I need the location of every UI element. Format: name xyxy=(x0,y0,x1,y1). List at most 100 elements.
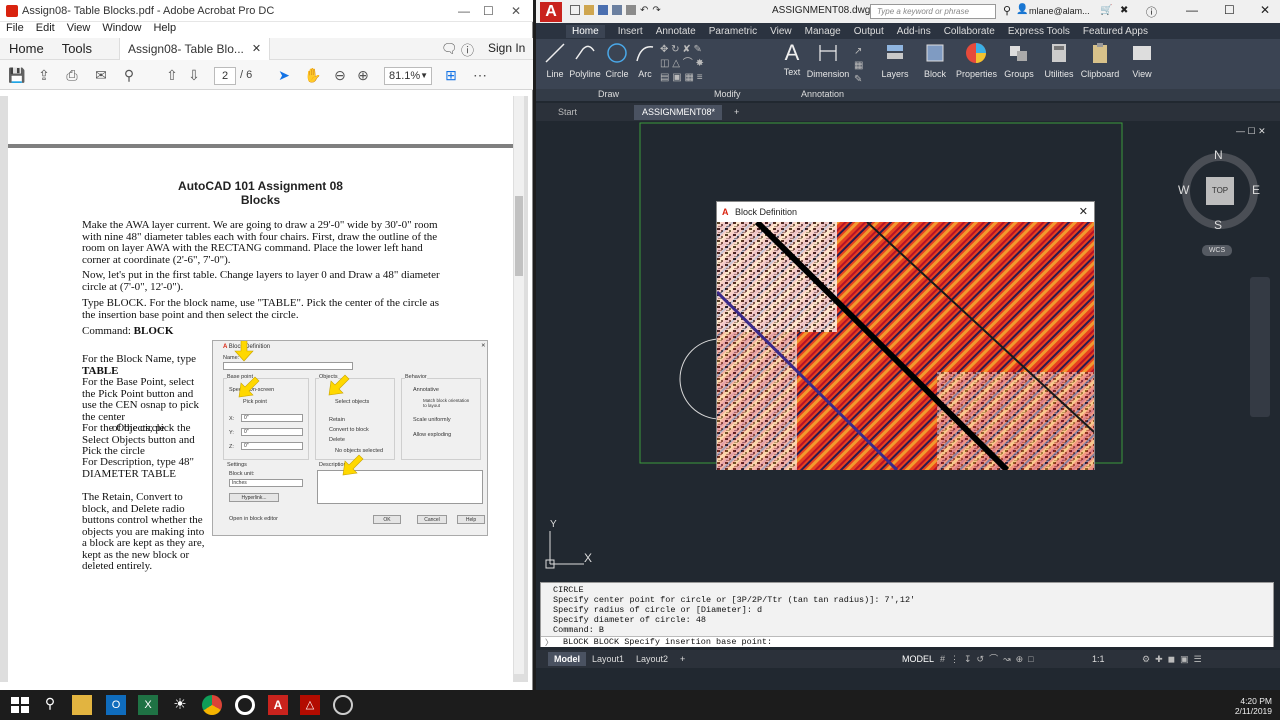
menu-help[interactable]: Help xyxy=(153,22,176,38)
help-icon[interactable]: ⓘ xyxy=(1146,4,1157,20)
tab-insert[interactable]: Insert xyxy=(618,26,643,37)
navigation-bar[interactable] xyxy=(1250,277,1270,417)
zoom-out-icon[interactable]: ⊖ xyxy=(332,67,348,83)
markup-icon[interactable]: ✎ xyxy=(854,74,862,85)
hand-tool-icon[interactable]: ✋ xyxy=(304,67,321,83)
rotate-icon[interactable]: ↻ xyxy=(671,44,679,55)
acrobat-taskbar-icon[interactable]: △ xyxy=(300,695,320,715)
text-tool[interactable]: A Text xyxy=(780,41,804,78)
search-icon[interactable]: ⚲ xyxy=(40,695,60,715)
circle-tool[interactable]: Circle xyxy=(602,41,632,79)
drafting-toggles[interactable]: #⋮↧↺⌒↝⊕□ xyxy=(934,652,1045,666)
fit-page-icon[interactable]: ⊞ xyxy=(443,67,459,83)
tab-express-tools[interactable]: Express Tools xyxy=(1008,26,1070,37)
autocad-logo-icon[interactable]: A xyxy=(540,2,562,22)
groups-tool[interactable]: Groups xyxy=(1002,41,1036,79)
annotation-scale[interactable]: 1:1 xyxy=(1086,652,1111,666)
save-icon[interactable] xyxy=(598,5,608,15)
search-icon[interactable]: ⚲ xyxy=(1003,4,1011,17)
viewcube-e[interactable]: E xyxy=(1252,183,1260,197)
wcs-menu[interactable]: WCS xyxy=(1202,245,1232,256)
tab-view[interactable]: View xyxy=(770,26,792,37)
add-layout-icon[interactable]: + xyxy=(674,652,691,666)
tab-featured-apps[interactable]: Featured Apps xyxy=(1083,26,1148,37)
command-input[interactable]: 〉 BLOCK BLOCK Specify insertion base poi… xyxy=(541,636,1273,648)
close-icon[interactable]: ✕ xyxy=(511,4,521,18)
viewcube-s[interactable]: S xyxy=(1214,218,1222,232)
scale-icon[interactable]: ▣ xyxy=(672,72,681,83)
fillet-icon[interactable]: ⌒ xyxy=(683,58,693,69)
panel-draw[interactable]: Draw xyxy=(598,89,619,99)
exchange-icon[interactable]: ✖ xyxy=(1120,5,1128,16)
plot-icon[interactable] xyxy=(626,5,636,15)
chrome-icon[interactable] xyxy=(202,695,222,715)
tab-document[interactable]: Assign08- Table Blo... ✕ xyxy=(119,37,271,60)
block-tool[interactable]: Block xyxy=(922,41,948,79)
open-icon[interactable] xyxy=(584,5,594,15)
tab-parametric[interactable]: Parametric xyxy=(709,26,757,37)
minimize-icon[interactable]: — xyxy=(458,4,470,18)
viewcube-n[interactable]: N xyxy=(1214,148,1223,162)
maximize-icon[interactable]: ☐ xyxy=(1224,3,1235,17)
redo-icon[interactable]: ↷ xyxy=(652,5,660,19)
settings-gear-icon[interactable]: ☀ xyxy=(170,695,190,715)
layers-tool[interactable]: Layers xyxy=(880,41,910,79)
new-icon[interactable] xyxy=(570,5,580,15)
page-number-input[interactable]: 2 xyxy=(214,67,236,85)
excel-icon[interactable]: X xyxy=(138,695,158,715)
menu-window[interactable]: Window xyxy=(102,22,141,38)
panel-annotation[interactable]: Annotation xyxy=(801,89,844,99)
comment-icon[interactable]: 🗨 xyxy=(441,41,458,57)
menu-view[interactable]: View xyxy=(67,22,91,38)
zoom-in-icon[interactable]: ⊕ xyxy=(355,67,371,83)
move-icon[interactable]: ✥ xyxy=(660,44,668,55)
print-icon[interactable]: ⎙ xyxy=(64,67,80,83)
tab-addins[interactable]: Add-ins xyxy=(897,26,931,37)
trim-icon[interactable]: ✘ xyxy=(682,44,690,55)
stretch-icon[interactable]: ▤ xyxy=(660,72,669,83)
search-input[interactable]: Type a keyword or phrase xyxy=(870,4,996,19)
viewport-controls[interactable]: — ☐ ✕ xyxy=(1236,126,1266,137)
autocad-taskbar-icon[interactable]: A xyxy=(268,695,288,715)
layout-tab-model[interactable]: Model xyxy=(548,652,586,666)
app-taskbar-icon[interactable] xyxy=(333,695,353,715)
next-page-icon[interactable]: ⇩ xyxy=(186,67,202,83)
leader-icon[interactable]: ↗ xyxy=(854,46,862,57)
tab-start[interactable]: Start xyxy=(550,105,585,120)
email-icon[interactable]: ✉ xyxy=(93,67,109,83)
windows-start-icon[interactable] xyxy=(10,695,30,715)
undo-icon[interactable]: ↶ xyxy=(640,5,648,19)
dialog-close-icon[interactable]: ✕ xyxy=(1079,202,1088,222)
prev-page-icon[interactable]: ⇧ xyxy=(164,67,180,83)
scroll-thumb[interactable] xyxy=(515,196,523,276)
layout-tab-2[interactable]: Layout2 xyxy=(630,652,674,666)
polyline-tool[interactable]: Polyline xyxy=(566,41,604,79)
dimension-tool[interactable]: Dimension xyxy=(806,41,850,79)
save-icon[interactable]: 💾 xyxy=(8,67,25,83)
maximize-icon[interactable]: ☐ xyxy=(483,4,494,18)
menu-edit[interactable]: Edit xyxy=(36,22,55,38)
tab-annotate[interactable]: Annotate xyxy=(656,26,696,37)
menu-file[interactable]: File xyxy=(6,22,24,38)
tab-home[interactable]: Home xyxy=(0,41,53,56)
utilities-tool[interactable]: Utilities xyxy=(1042,41,1076,79)
search-icon[interactable]: ⚲ xyxy=(121,67,137,83)
view-tool[interactable]: View xyxy=(1128,41,1156,79)
tab-collaborate[interactable]: Collaborate xyxy=(944,26,995,37)
select-cursor-icon[interactable]: ➤ xyxy=(276,67,292,83)
help-icon[interactable]: ⓘ xyxy=(461,40,474,59)
user-name[interactable]: mlane@alam... xyxy=(1029,6,1090,16)
table-icon[interactable]: ▦ xyxy=(854,60,863,71)
copy-icon[interactable]: ◫ xyxy=(660,58,669,69)
vertical-scrollbar[interactable] xyxy=(514,96,524,674)
viewcube-w[interactable]: W xyxy=(1178,183,1189,197)
tab-assignment08[interactable]: ASSIGNMENT08* xyxy=(634,105,722,120)
array-icon[interactable]: ▦ xyxy=(684,72,693,83)
more-tools-icon[interactable]: ⋯ xyxy=(472,67,488,83)
tab-close-icon[interactable]: ✕ xyxy=(252,42,261,55)
panel-modify[interactable]: Modify xyxy=(714,89,741,99)
obs-icon[interactable] xyxy=(235,695,255,715)
close-icon[interactable]: ✕ xyxy=(1260,3,1270,17)
offset-icon[interactable]: ≡ xyxy=(697,72,703,83)
outlook-icon[interactable]: O xyxy=(106,695,126,715)
